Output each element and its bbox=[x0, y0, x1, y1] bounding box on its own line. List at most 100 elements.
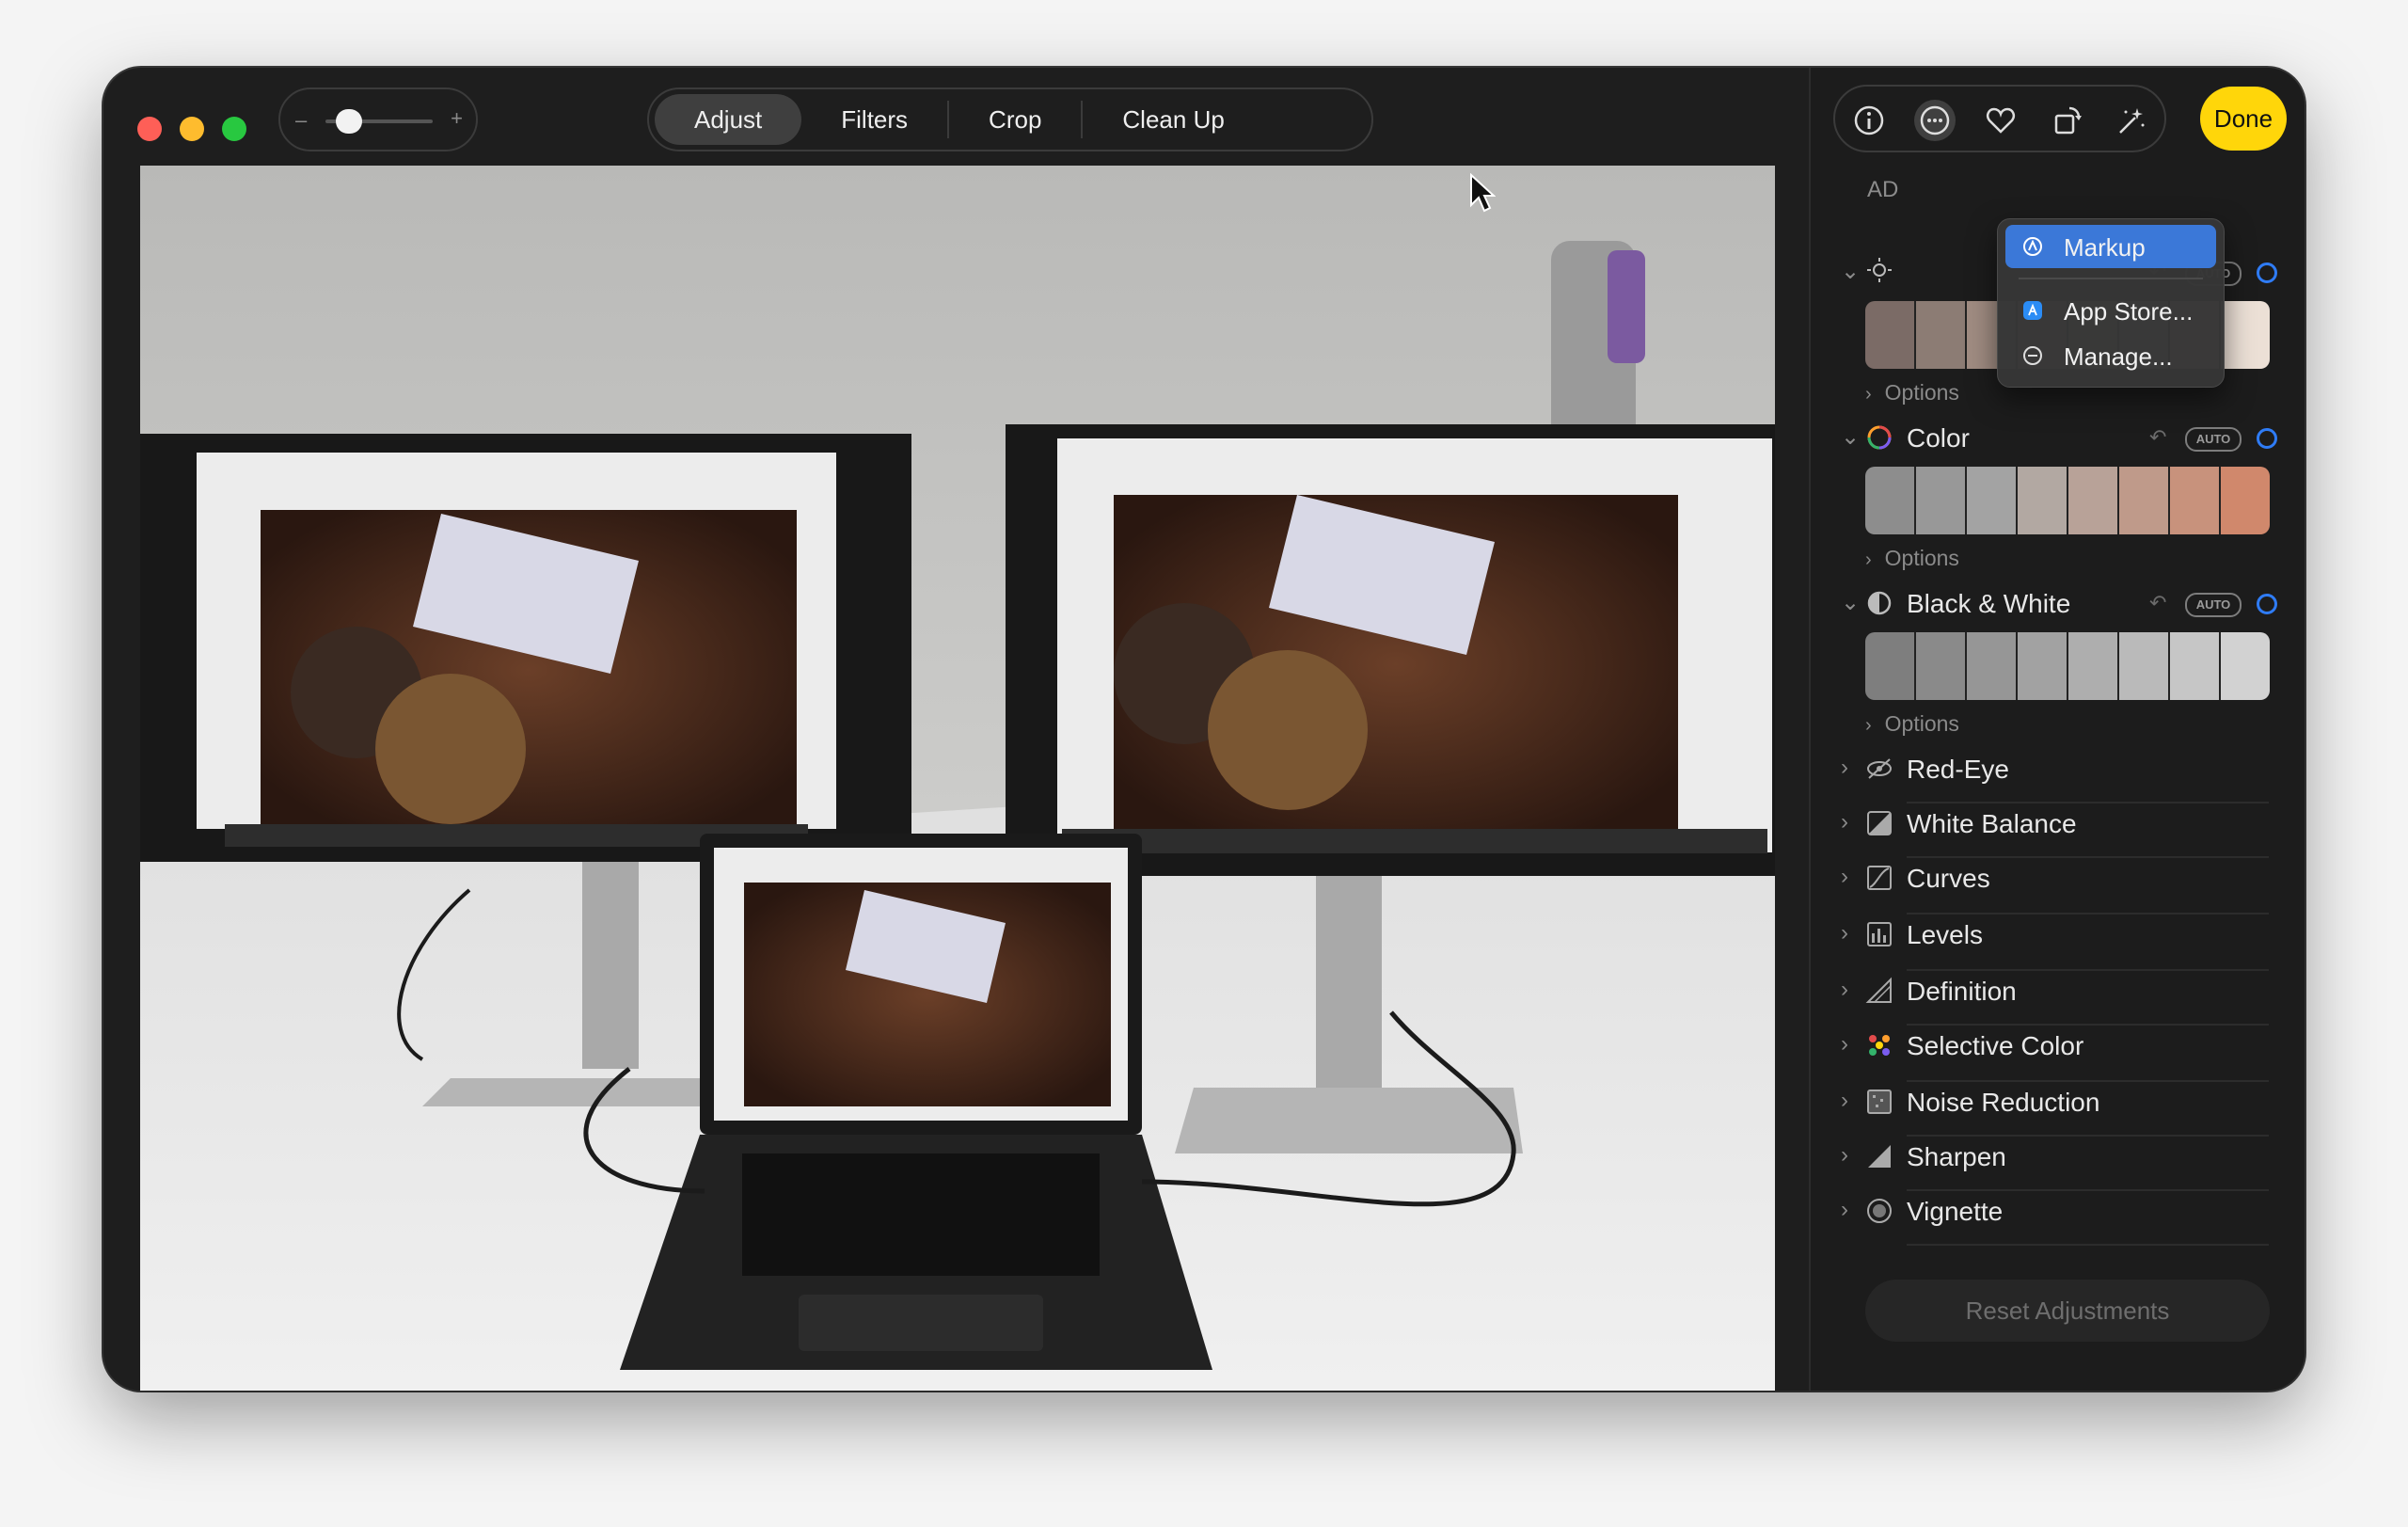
chevron-right-icon: › bbox=[1841, 755, 1848, 780]
section-label: Selective Color bbox=[1907, 1031, 2084, 1060]
chevron-down-icon[interactable]: ⌄ bbox=[1841, 589, 1860, 616]
section-label: Black & White bbox=[1907, 589, 2071, 618]
info-icon[interactable] bbox=[1848, 100, 1890, 141]
section-label: Levels bbox=[1907, 920, 1983, 949]
vignette-icon bbox=[1867, 1199, 1892, 1223]
desk-setup-photo bbox=[140, 166, 1775, 1391]
bw-thumbnail-strip[interactable] bbox=[1865, 632, 2270, 700]
menu-item-manage[interactable]: Manage... bbox=[2005, 334, 2216, 377]
revert-icon[interactable]: ↶ bbox=[2149, 425, 2166, 450]
auto-button[interactable]: AUTO bbox=[2185, 593, 2242, 617]
section-noise-reduction[interactable]: › Noise Reduction bbox=[1811, 1084, 2305, 1138]
chevron-right-icon: › bbox=[1841, 864, 1848, 889]
auto-button[interactable]: AUTO bbox=[2185, 427, 2242, 452]
section-white-balance[interactable]: › White Balance bbox=[1811, 805, 2305, 860]
definition-icon bbox=[1865, 977, 1892, 1003]
chevron-right-icon: › bbox=[1865, 549, 1872, 570]
app-store-icon bbox=[2023, 301, 2042, 320]
zoom-out-icon[interactable]: – bbox=[295, 108, 307, 133]
manage-icon bbox=[2023, 346, 2042, 365]
section-label: Sharpen bbox=[1907, 1142, 2006, 1171]
color-options-toggle[interactable]: › Options bbox=[1865, 546, 1959, 571]
section-label: White Balance bbox=[1907, 809, 2077, 838]
section-label: Red-Eye bbox=[1907, 755, 2009, 784]
divider bbox=[1907, 969, 2269, 971]
levels-icon bbox=[1867, 922, 1892, 946]
divider bbox=[1907, 1189, 2269, 1191]
light-options-toggle[interactable]: › Options bbox=[1865, 380, 1959, 406]
chevron-right-icon: › bbox=[1841, 977, 1848, 1002]
section-selective-color[interactable]: › Selective Color bbox=[1811, 1027, 2305, 1084]
revert-icon[interactable]: ↶ bbox=[2149, 591, 2166, 615]
divider bbox=[1907, 1024, 2269, 1026]
adjust-header-partial: AD bbox=[1867, 177, 1899, 202]
tab-clean-up[interactable]: Clean Up bbox=[1083, 94, 1263, 145]
zoom-in-icon[interactable]: + bbox=[451, 106, 463, 131]
chevron-down-icon[interactable]: ⌄ bbox=[1841, 258, 1860, 285]
minimize-window-button[interactable] bbox=[180, 117, 204, 141]
menu-separator bbox=[2019, 278, 2203, 279]
chevron-right-icon: › bbox=[1841, 920, 1848, 946]
chevron-right-icon: › bbox=[1865, 384, 1872, 405]
zoom-slider[interactable]: – + bbox=[278, 87, 478, 151]
divider bbox=[1907, 913, 2269, 915]
half-circle-icon bbox=[1867, 591, 1892, 615]
color-thumbnail-strip[interactable] bbox=[1865, 467, 2270, 534]
section-color[interactable]: ⌄ Color ↶ AUTO bbox=[1811, 420, 2305, 457]
zoom-slider-knob[interactable] bbox=[335, 109, 362, 134]
divider bbox=[1907, 1080, 2269, 1082]
bw-options-toggle[interactable]: › Options bbox=[1865, 711, 1959, 737]
chevron-right-icon: › bbox=[1865, 715, 1872, 736]
favorite-heart-icon[interactable] bbox=[1980, 100, 2021, 141]
sun-icon bbox=[1867, 258, 1892, 282]
photos-edit-window: – + Adjust Filters Crop Clean Up Done AD… bbox=[103, 68, 2305, 1391]
menu-item-label: Manage... bbox=[2064, 342, 2173, 371]
section-curves[interactable]: › Curves bbox=[1811, 860, 2305, 916]
white-balance-icon bbox=[1867, 811, 1892, 835]
chevron-down-icon[interactable]: ⌄ bbox=[1841, 423, 1860, 451]
section-levels[interactable]: › Levels bbox=[1811, 916, 2305, 973]
divider bbox=[1907, 856, 2269, 858]
section-vignette[interactable]: › Vignette bbox=[1811, 1193, 2305, 1248]
more-extensions-icon[interactable] bbox=[1914, 100, 1956, 141]
zoom-window-button[interactable] bbox=[222, 117, 246, 141]
section-label: Color bbox=[1907, 423, 1970, 453]
color-ring-icon bbox=[1867, 425, 1892, 450]
tab-adjust[interactable]: Adjust bbox=[655, 94, 802, 145]
section-label: Noise Reduction bbox=[1907, 1088, 2100, 1117]
divider bbox=[1907, 1135, 2269, 1137]
reset-adjustments-button[interactable]: Reset Adjustments bbox=[1865, 1280, 2270, 1342]
curves-icon bbox=[1867, 866, 1892, 890]
chevron-right-icon: › bbox=[1841, 1197, 1848, 1222]
close-window-button[interactable] bbox=[137, 117, 162, 141]
toggle-ring-icon[interactable] bbox=[2257, 594, 2277, 614]
markup-icon bbox=[2023, 237, 2042, 256]
divider bbox=[1907, 1244, 2269, 1246]
auto-enhance-wand-icon[interactable] bbox=[2110, 100, 2151, 141]
section-red-eye[interactable]: › Red-Eye bbox=[1811, 751, 2305, 805]
chevron-right-icon: › bbox=[1841, 1088, 1848, 1113]
menu-item-markup[interactable]: Markup bbox=[2005, 225, 2216, 268]
section-label: Definition bbox=[1907, 977, 2017, 1006]
toggle-ring-icon[interactable] bbox=[2257, 262, 2277, 283]
section-definition[interactable]: › Definition bbox=[1811, 973, 2305, 1027]
extensions-menu: Markup App Store... Manage... bbox=[1997, 218, 2225, 388]
section-label: Vignette bbox=[1907, 1197, 2004, 1226]
menu-item-label: App Store... bbox=[2064, 297, 2194, 326]
section-black-white[interactable]: ⌄ Black & White ↶ AUTO bbox=[1811, 585, 2305, 623]
section-sharpen[interactable]: › Sharpen bbox=[1811, 1138, 2305, 1193]
edit-mode-tabs: Adjust Filters Crop Clean Up bbox=[647, 87, 1373, 151]
section-label: Curves bbox=[1907, 864, 1990, 893]
rotate-icon[interactable] bbox=[2046, 100, 2087, 141]
red-eye-icon bbox=[1867, 758, 1892, 779]
tab-filters[interactable]: Filters bbox=[801, 94, 947, 145]
menu-item-label: Markup bbox=[2064, 233, 2146, 262]
tab-crop[interactable]: Crop bbox=[949, 94, 1081, 145]
toggle-ring-icon[interactable] bbox=[2257, 428, 2277, 449]
photo-actions-toolbar bbox=[1833, 85, 2166, 152]
done-button[interactable]: Done bbox=[2200, 87, 2287, 151]
photo-canvas[interactable] bbox=[140, 166, 1775, 1391]
sharpen-icon bbox=[1868, 1145, 1891, 1168]
chevron-right-icon: › bbox=[1841, 1142, 1848, 1168]
menu-item-app-store[interactable]: App Store... bbox=[2005, 289, 2216, 332]
